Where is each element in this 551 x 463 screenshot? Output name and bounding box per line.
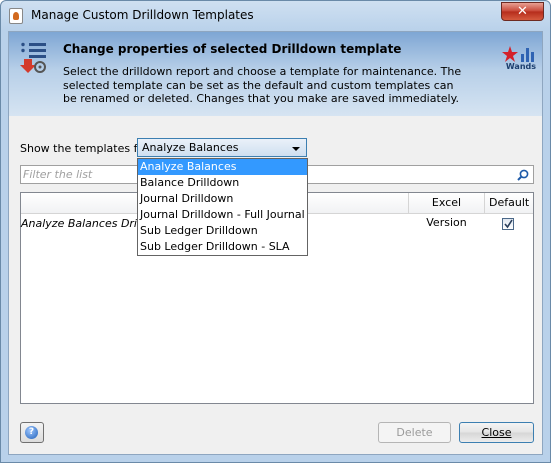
column-header-excel-version[interactable]: Excel Version [408,193,484,229]
window-title: Manage Custom Drilldown Templates [31,8,254,22]
dialog-window: Manage Custom Drilldown Templates ✕ Chan… [0,0,551,463]
header-title: Change properties of selected Drilldown … [63,42,402,56]
delete-button[interactable]: Delete [378,422,451,443]
dropdown-option[interactable]: Sub Ledger Drilldown [138,223,307,239]
dropdown-option[interactable]: Journal Drilldown [138,191,307,207]
template-settings-icon [20,42,46,73]
dropdown-option[interactable]: Balance Drilldown [138,175,307,191]
drilldown-report-select[interactable]: Analyze Balances [137,138,307,157]
selected-report-value: Analyze Balances [142,141,239,154]
help-icon: ? [25,426,38,439]
report-dropdown-list: Analyze Balances Balance Drilldown Journ… [137,158,308,256]
dropdown-option[interactable]: Journal Drilldown - Full Journal [138,207,307,223]
dropdown-option[interactable]: Analyze Balances [138,159,307,175]
help-button[interactable]: ? [20,422,44,443]
window-close-button[interactable]: ✕ [501,2,544,21]
search-icon[interactable] [517,169,529,181]
java-icon [9,8,23,24]
dialog-body: Change properties of selected Drilldown … [8,31,543,455]
title-bar[interactable]: Manage Custom Drilldown Templates ✕ [1,1,550,31]
header-banner: Change properties of selected Drilldown … [9,32,542,116]
dropdown-arrow-icon[interactable] [292,147,300,151]
show-templates-label: Show the templates for [20,142,149,155]
default-checkbox[interactable] [502,218,514,230]
close-button[interactable]: Close [459,422,534,443]
header-description: Select the drilldown report and choose a… [63,65,462,105]
column-header-default[interactable]: Default [484,193,533,213]
checkmark-icon [504,219,513,229]
wands-logo-text: Wands [505,62,536,71]
close-button-label: Close [481,426,512,439]
dropdown-option[interactable]: Sub Ledger Drilldown - SLA [138,239,307,255]
